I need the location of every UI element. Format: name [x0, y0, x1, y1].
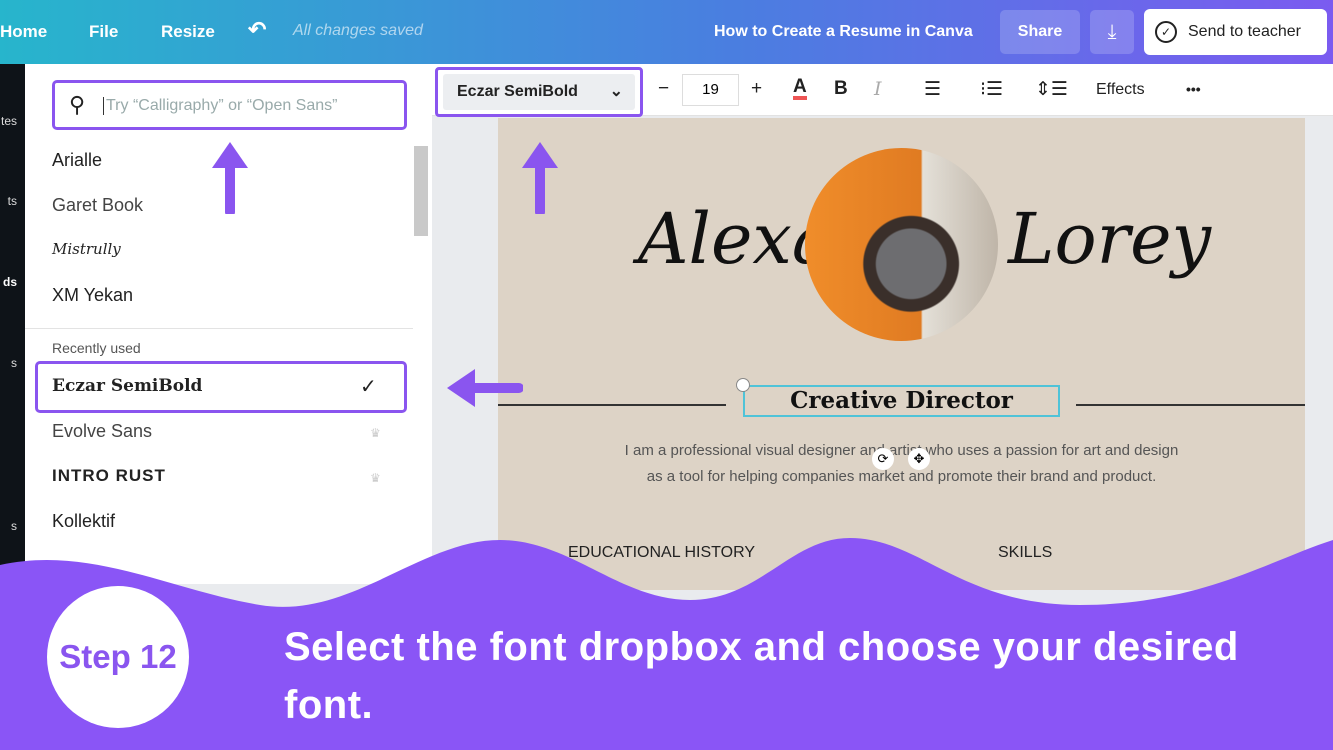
- step-badge: Step 12: [47, 586, 189, 728]
- step-caption: Select the font dropbox and choose your …: [284, 625, 1239, 727]
